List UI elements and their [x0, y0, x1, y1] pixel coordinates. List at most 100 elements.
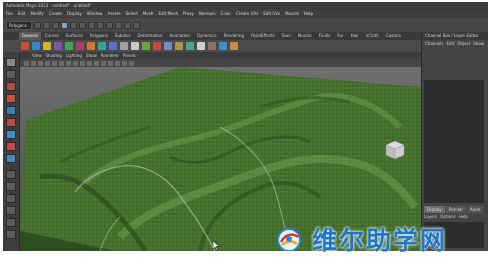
shelf-tool-icon[interactable]	[197, 42, 205, 50]
panel-menu-panels[interactable]: Panels	[123, 52, 136, 59]
snap-point-icon[interactable]	[106, 21, 113, 29]
snap-grid-icon[interactable]	[88, 21, 95, 29]
shelf-tool-icon[interactable]	[76, 42, 84, 50]
four-pane-layout-icon[interactable]	[6, 182, 16, 191]
shelf-tab-custom[interactable]: Custom	[383, 32, 404, 40]
viewcube-icon[interactable]	[384, 139, 406, 161]
snap-curve-icon[interactable]	[97, 21, 104, 29]
wireframe-icon[interactable]	[87, 60, 92, 66]
panel-menu-lighting[interactable]: Lighting	[66, 52, 82, 59]
layer-menu-options[interactable]: Options	[440, 214, 455, 219]
resolution-gate-icon[interactable]	[59, 60, 64, 66]
menu-assets[interactable]: Assets	[108, 10, 121, 18]
single-pane-layout-icon[interactable]	[6, 170, 16, 179]
panel-menu-view[interactable]: View	[32, 52, 42, 59]
bookmark-icon[interactable]	[31, 60, 36, 66]
shelf-tool-icon[interactable]	[32, 42, 40, 50]
channel-list[interactable]	[424, 80, 484, 203]
shelf-tab-ncloth[interactable]: nCloth	[363, 32, 382, 40]
shelf-tab-painteffects[interactable]: PaintEffects	[248, 32, 278, 40]
paint-select-icon[interactable]	[6, 82, 16, 91]
xray-icon[interactable]	[122, 60, 127, 66]
menu-set-dropdown[interactable]: Polygons	[6, 20, 32, 30]
menu-create[interactable]: Create	[49, 10, 62, 18]
new-scene-icon[interactable]	[34, 21, 41, 29]
layer-menu-layers[interactable]: Layers	[424, 214, 437, 219]
select-component-icon[interactable]	[79, 21, 86, 29]
shelf-tool-icon[interactable]	[109, 42, 117, 50]
select-hierarchy-icon[interactable]	[61, 21, 68, 29]
menu-edit-mesh[interactable]: Edit Mesh	[158, 10, 178, 18]
hypershade-layout-icon[interactable]	[6, 230, 16, 239]
ipr-render-icon[interactable]	[124, 21, 131, 29]
select-object-icon[interactable]	[70, 21, 77, 29]
menu-edit[interactable]: Edit	[18, 10, 26, 18]
channel-menu-channels[interactable]: Channels	[425, 40, 444, 47]
shelf-tool-icon[interactable]	[230, 42, 238, 50]
shelf-tool-icon[interactable]	[164, 42, 172, 50]
layer-tab-render[interactable]: Render	[445, 206, 466, 213]
channel-menu-object[interactable]: Object	[457, 40, 470, 47]
menu-muscle[interactable]: Muscle	[285, 10, 299, 18]
panel-menu-show[interactable]: Show	[86, 52, 97, 59]
layer-tab-display[interactable]: Display	[424, 206, 445, 213]
menu-proxy[interactable]: Proxy	[183, 10, 194, 18]
side-by-side-layout-icon[interactable]	[6, 194, 16, 203]
image-plane-icon[interactable]	[38, 60, 43, 66]
menu-display[interactable]: Display	[67, 10, 82, 18]
show-manipulator-icon[interactable]	[6, 154, 16, 163]
shelf-tool-icon[interactable]	[142, 42, 150, 50]
shelf-tab-deformation[interactable]: Deformation	[135, 32, 166, 40]
safe-action-icon[interactable]	[80, 60, 85, 66]
menu-create-uvs[interactable]: Create UVs	[236, 10, 258, 18]
shelf-tab-polygons[interactable]: Polygons	[87, 32, 111, 40]
graph-layout-icon[interactable]	[6, 218, 16, 227]
shelf-tool-icon[interactable]	[65, 42, 73, 50]
shelf-tab-general[interactable]: General	[19, 32, 41, 40]
shelf-tab-surfaces[interactable]: Surfaces	[63, 32, 86, 40]
menu-help[interactable]: Help	[304, 10, 313, 18]
render-icon[interactable]	[115, 21, 122, 29]
open-scene-icon[interactable]	[43, 21, 50, 29]
shelf-tab-curves[interactable]: Curves	[42, 32, 62, 40]
use-lights-icon[interactable]	[108, 60, 113, 66]
shelf-tool-icon[interactable]	[131, 42, 139, 50]
shelf-tool-icon[interactable]	[219, 42, 227, 50]
shelf-tab-subdivs[interactable]: Subdivs	[112, 32, 134, 40]
manipulator-tool-icon[interactable]	[6, 130, 16, 139]
shelf-tab-fluids[interactable]: Fluids	[316, 32, 334, 40]
isolate-icon[interactable]	[129, 60, 134, 66]
lasso-tool-icon[interactable]	[6, 70, 16, 79]
shelf-tab-toon[interactable]: Toon	[279, 32, 294, 40]
layer-tab-anim[interactable]: Anim	[467, 206, 484, 213]
shelf-tool-icon[interactable]	[175, 42, 183, 50]
smooth-shade-icon[interactable]	[94, 60, 99, 66]
grid-toggle-icon[interactable]	[45, 60, 50, 66]
menu-select[interactable]: Select	[126, 10, 138, 18]
textured-icon[interactable]	[101, 60, 106, 66]
shelf-tab-hair[interactable]: Hair	[348, 32, 362, 40]
menu-file[interactable]: File	[6, 10, 13, 18]
film-gate-icon[interactable]	[52, 60, 57, 66]
render-settings-icon[interactable]	[133, 21, 140, 29]
menu-normals[interactable]: Normals	[199, 10, 216, 18]
shelf-tool-icon[interactable]	[153, 42, 161, 50]
shelf-tab-animation[interactable]: Animation	[167, 32, 193, 40]
select-tool-icon[interactable]	[6, 58, 16, 67]
gate-mask-icon[interactable]	[66, 60, 71, 66]
soft-mod-icon[interactable]	[6, 142, 16, 151]
persp-outliner-layout-icon[interactable]	[6, 206, 16, 215]
save-scene-icon[interactable]	[52, 21, 59, 29]
channel-menu-show[interactable]: Show	[473, 40, 484, 47]
menu-color[interactable]: Color	[221, 10, 231, 18]
rotate-tool-icon[interactable]	[6, 106, 16, 115]
shelf-tool-icon[interactable]	[21, 42, 29, 50]
panel-menu-renderer[interactable]: Renderer	[101, 52, 119, 59]
shelf-tool-icon[interactable]	[43, 42, 51, 50]
menu-window[interactable]: Window	[87, 10, 103, 18]
scale-tool-icon[interactable]	[6, 118, 16, 127]
layer-menu-help[interactable]: Help	[459, 214, 468, 219]
move-tool-icon[interactable]	[6, 94, 16, 103]
channel-menu-edit[interactable]: Edit	[447, 40, 455, 47]
shelf-tool-icon[interactable]	[87, 42, 95, 50]
